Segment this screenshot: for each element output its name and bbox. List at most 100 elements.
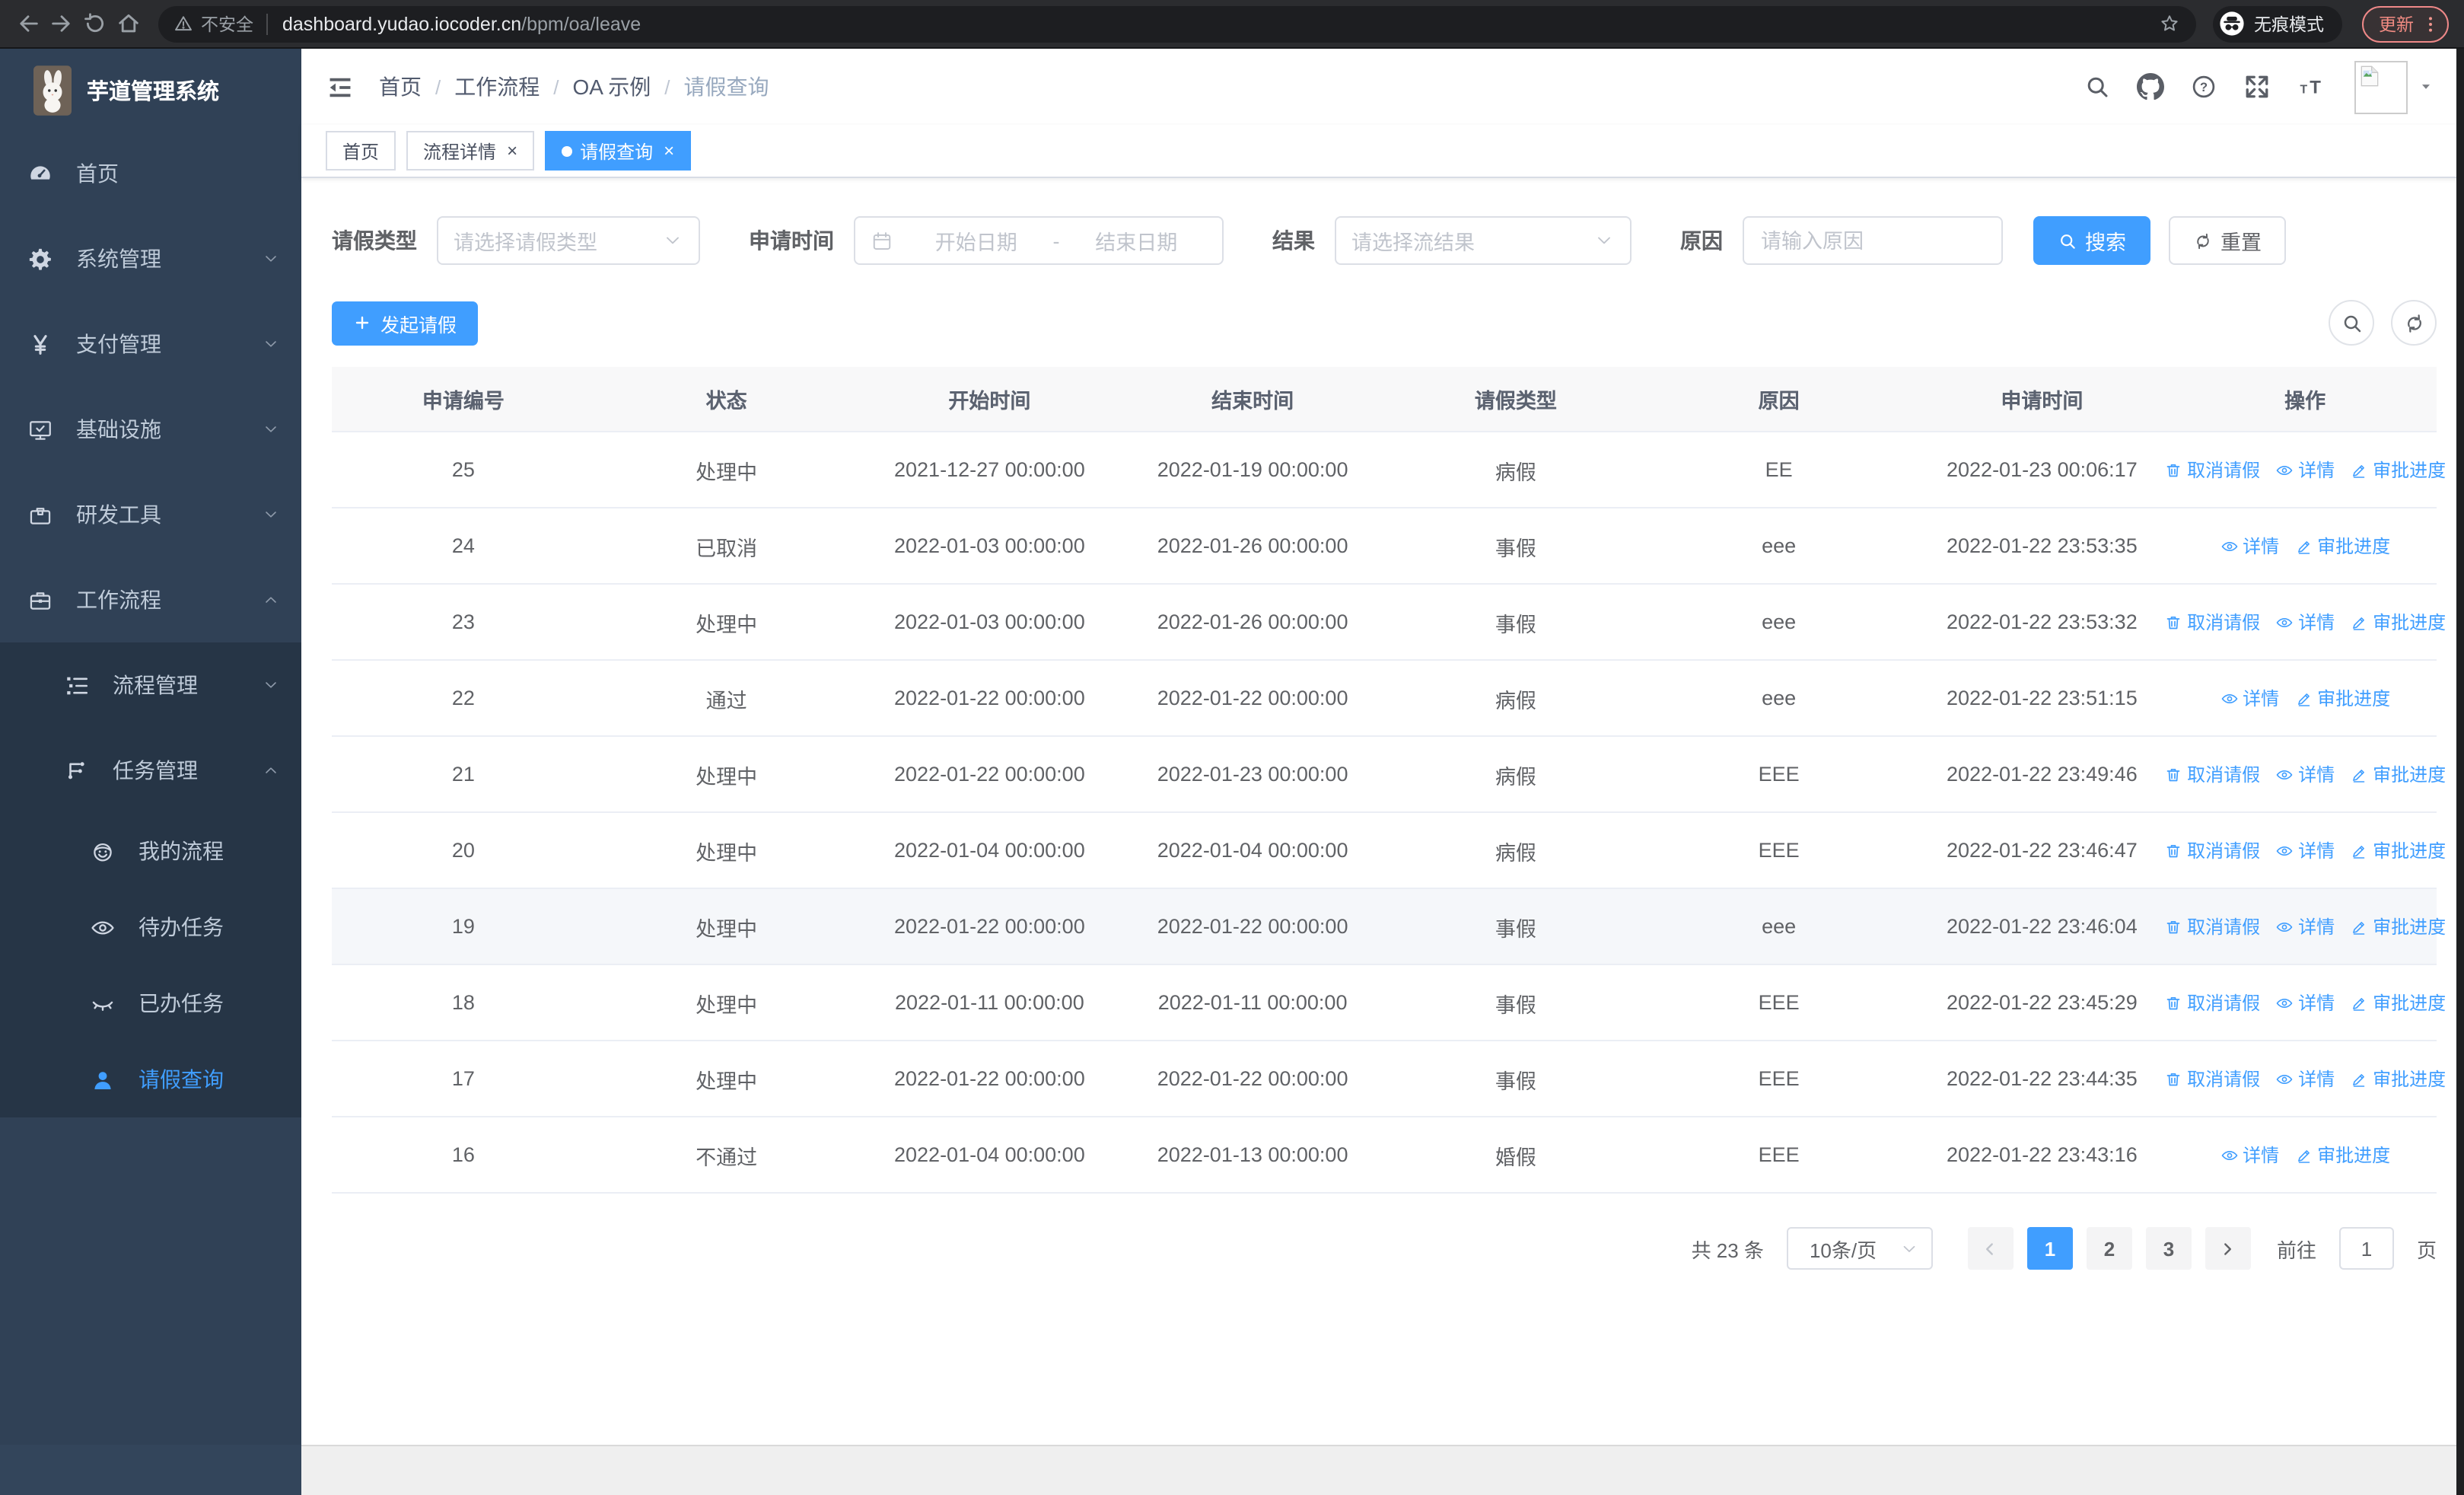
- sidebar-item-payment-mgmt[interactable]: 支付管理: [0, 301, 301, 387]
- end-date-input[interactable]: 结束日期: [1066, 225, 1208, 256]
- eye-icon: [2220, 537, 2238, 555]
- browser-home-button[interactable]: [116, 11, 142, 37]
- sidebar-item-leave-query[interactable]: 请假查询: [0, 1041, 301, 1117]
- sidebar-item-workflow[interactable]: 工作流程: [0, 557, 301, 642]
- page-button-3[interactable]: 3: [2145, 1227, 2192, 1270]
- sidebar-collapse-icon[interactable]: [326, 72, 355, 101]
- page-scrollbar[interactable]: [2456, 49, 2464, 1495]
- detail-link[interactable]: 详情: [2220, 533, 2279, 559]
- detail-link[interactable]: 详情: [2220, 685, 2279, 711]
- breadcrumb-item[interactable]: OA 示例: [573, 72, 651, 102]
- detail-link[interactable]: 详情: [2275, 913, 2335, 939]
- url-bar[interactable]: 不安全 dashboard.yudao.iocoder.cn /bpm/oa/l…: [158, 5, 2196, 42]
- close-tab-icon[interactable]: ×: [507, 142, 517, 160]
- cancel-leave-link[interactable]: 取消请假: [2164, 457, 2260, 483]
- leave-type-select[interactable]: 请选择请假类型: [437, 216, 700, 265]
- sidebar-item-infrastructure[interactable]: 基础设施: [0, 387, 301, 472]
- url-host: dashboard.yudao.iocoder.cn: [282, 13, 522, 34]
- sidebar-submenu: 流程管理 任务管理 我的流程 待办任务 已办任务 请假查询: [0, 642, 301, 1117]
- cancel-leave-link[interactable]: 取消请假: [2164, 913, 2260, 939]
- sidebar-item-my-process[interactable]: 我的流程: [0, 813, 301, 889]
- reset-button[interactable]: 重置: [2169, 216, 2286, 265]
- trash-icon: [2164, 993, 2182, 1012]
- start-date-input[interactable]: 开始日期: [906, 225, 1047, 256]
- action-label: 详情: [2243, 688, 2280, 709]
- edit-icon: [2294, 537, 2313, 555]
- update-button[interactable]: 更新: [2362, 5, 2449, 42]
- browser-menu-kebab-icon[interactable]: [2420, 13, 2441, 34]
- create-leave-button[interactable]: 发起请假: [332, 301, 479, 345]
- detail-link[interactable]: 详情: [2275, 1066, 2335, 1092]
- detail-link[interactable]: 详情: [2275, 761, 2335, 787]
- trash-icon: [2164, 461, 2182, 479]
- page-button-2[interactable]: 2: [2086, 1227, 2132, 1270]
- approval-progress-link[interactable]: 审批进度: [2350, 457, 2446, 483]
- cancel-leave-link[interactable]: 取消请假: [2164, 990, 2260, 1015]
- eye-icon: [2275, 1069, 2294, 1088]
- avatar[interactable]: [2354, 60, 2408, 113]
- detail-link[interactable]: 详情: [2275, 609, 2335, 635]
- approval-progress-link[interactable]: 审批进度: [2350, 761, 2446, 787]
- approval-progress-link[interactable]: 审批进度: [2350, 990, 2446, 1015]
- bookmark-star-icon[interactable]: [2158, 12, 2181, 35]
- sidebar-item-todo-task[interactable]: 待办任务: [0, 889, 301, 965]
- fullscreen-icon[interactable]: [2243, 73, 2271, 100]
- breadcrumb-item[interactable]: 工作流程: [454, 72, 540, 102]
- detail-link[interactable]: 详情: [2275, 457, 2335, 483]
- date-range-picker[interactable]: 开始日期 - 结束日期: [854, 216, 1224, 265]
- approval-progress-link[interactable]: 审批进度: [2294, 685, 2390, 711]
- user-icon: [90, 1066, 116, 1092]
- page-size-select[interactable]: 10条/页: [1786, 1227, 1933, 1270]
- logo[interactable]: 芋道管理系统: [0, 49, 301, 131]
- window-bottom-edge: [0, 1445, 2464, 1495]
- search-icon[interactable]: [2084, 73, 2111, 100]
- prev-page-button[interactable]: [1967, 1227, 2014, 1270]
- detail-link[interactable]: 详情: [2220, 1142, 2279, 1168]
- tab-home[interactable]: 首页: [326, 131, 396, 171]
- cancel-leave-link[interactable]: 取消请假: [2164, 609, 2260, 635]
- sidebar-item-dev-tools[interactable]: 研发工具: [0, 472, 301, 557]
- help-icon[interactable]: ?: [2190, 73, 2217, 100]
- approval-progress-link[interactable]: 审批进度: [2350, 837, 2446, 863]
- approval-progress-link[interactable]: 审批进度: [2350, 913, 2446, 939]
- sidebar-item-task-mgmt[interactable]: 任务管理: [0, 728, 301, 813]
- next-page-button[interactable]: [2205, 1227, 2251, 1270]
- cell-status: 不通过: [594, 1117, 858, 1194]
- browser-forward-button[interactable]: [49, 11, 75, 37]
- cancel-leave-link[interactable]: 取消请假: [2164, 1066, 2260, 1092]
- approval-progress-link[interactable]: 审批进度: [2294, 1142, 2390, 1168]
- table-row: 25 处理中 2021-12-27 00:00:00 2022-01-19 00:00…: [332, 432, 2446, 508]
- cancel-leave-link[interactable]: 取消请假: [2164, 837, 2260, 863]
- cell-leave-type: 病假: [1384, 812, 1647, 889]
- breadcrumb-item[interactable]: 首页: [379, 72, 422, 102]
- reason-input[interactable]: [1743, 216, 2003, 265]
- sidebar-item-done-task[interactable]: 已办任务: [0, 965, 301, 1041]
- sidebar-item-home[interactable]: 首页: [0, 131, 301, 216]
- approval-progress-link[interactable]: 审批进度: [2350, 609, 2446, 635]
- tab-process-detail[interactable]: 流程详情 ×: [406, 131, 535, 171]
- goto-page-input[interactable]: [2338, 1227, 2394, 1270]
- detail-link[interactable]: 详情: [2275, 990, 2335, 1015]
- browser-back-button[interactable]: [15, 11, 41, 37]
- logo-image: [33, 65, 72, 115]
- tab-leave-query[interactable]: 请假查询 ×: [545, 131, 692, 171]
- detail-link[interactable]: 详情: [2275, 837, 2335, 863]
- approval-progress-link[interactable]: 审批进度: [2350, 1066, 2446, 1092]
- hide-search-button[interactable]: [2329, 300, 2374, 346]
- search-button[interactable]: 搜索: [2033, 216, 2150, 265]
- close-tab-icon[interactable]: ×: [664, 142, 674, 160]
- user-menu[interactable]: [2354, 60, 2434, 113]
- breadcrumb-item[interactable]: 请假查询: [683, 72, 769, 102]
- approval-progress-link[interactable]: 审批进度: [2294, 533, 2390, 559]
- cancel-leave-link[interactable]: 取消请假: [2164, 761, 2260, 787]
- breadcrumb: 首页 / 工作流程 / OA 示例 / 请假查询: [379, 72, 769, 102]
- result-select[interactable]: 请选择流结果: [1335, 216, 1632, 265]
- security-badge[interactable]: 不安全: [201, 11, 253, 36]
- sidebar-item-process-mgmt[interactable]: 流程管理: [0, 642, 301, 728]
- font-size-icon[interactable]: TT: [2297, 73, 2329, 100]
- browser-reload-button[interactable]: [82, 11, 108, 37]
- page-button-1[interactable]: 1: [2026, 1227, 2073, 1270]
- sidebar-item-system-mgmt[interactable]: 系统管理: [0, 216, 301, 301]
- refresh-table-button[interactable]: [2391, 300, 2437, 346]
- github-icon[interactable]: [2137, 73, 2164, 100]
